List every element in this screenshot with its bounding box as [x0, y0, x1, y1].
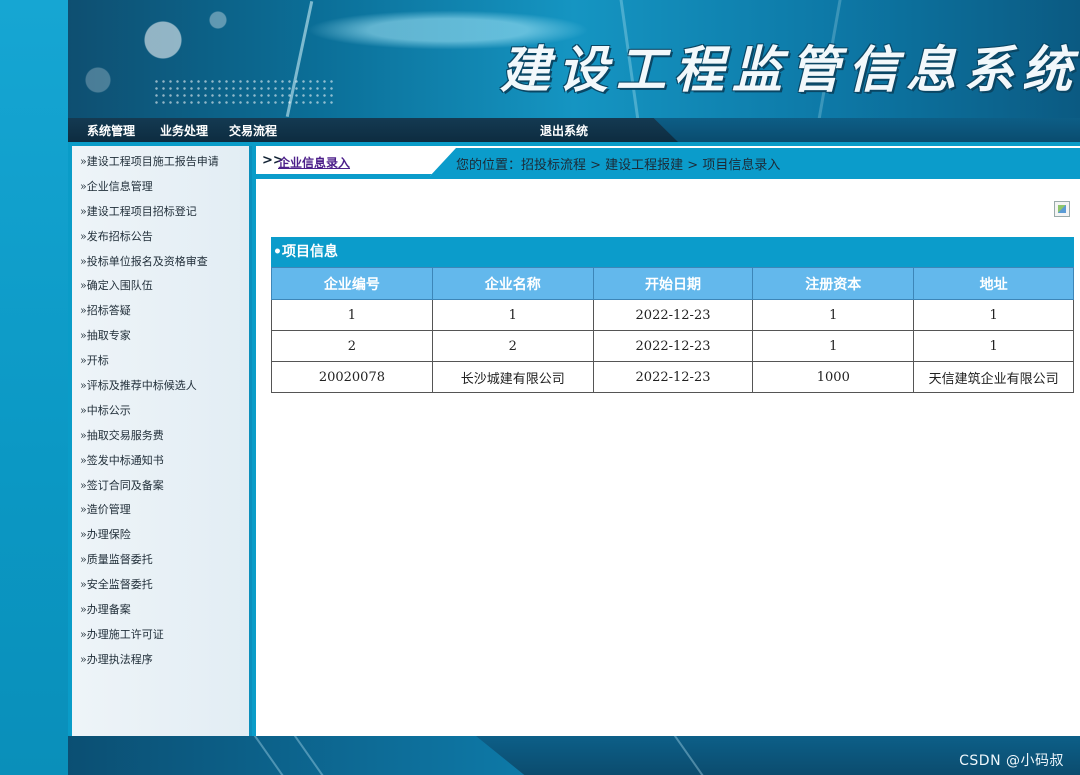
sidebar-item[interactable]: »办理备案 [72, 598, 249, 623]
sidebar-item[interactable]: »质量监督委托 [72, 548, 249, 573]
column-header: 注册资本 [752, 267, 915, 300]
sidebar-item[interactable]: »抽取专家 [72, 324, 249, 349]
sidebar-menu: »建设工程项目施工报告申请 »企业信息管理 »建设工程项目招标登记 »发布招标公… [72, 146, 249, 673]
nav-item-trade-flow[interactable]: 交易流程 [229, 122, 277, 139]
column-header: 开始日期 [592, 267, 754, 300]
sidebar-item[interactable]: »确定入围队伍 [72, 274, 249, 299]
table-cell: 20020078 [271, 361, 433, 393]
table-cell: 1 [752, 299, 915, 331]
header-banner: 建设工程监管信息系统 [68, 0, 1080, 118]
table-cell: 2022-12-23 [592, 299, 754, 331]
table-row: 20020078 长沙城建有限公司 2022-12-23 1000 天信建筑企业… [271, 361, 1074, 393]
sidebar-item[interactable]: »企业信息管理 [72, 175, 249, 200]
sidebar-item[interactable]: »开标 [72, 349, 249, 374]
table-cell: 2 [271, 330, 433, 362]
table-cell: 天信建筑企业有限公司 [913, 361, 1074, 393]
outer-left-strip [0, 0, 68, 775]
banner-dot-pattern [153, 78, 333, 106]
sidebar-item[interactable]: »签发中标通知书 [72, 449, 249, 474]
table-cell: 2 [431, 330, 594, 362]
sidebar: »建设工程项目施工报告申请 »企业信息管理 »建设工程项目招标登记 »发布招标公… [72, 146, 252, 736]
section-title: •项目信息 [271, 237, 1074, 267]
sidebar-item[interactable]: »办理执法程序 [72, 648, 249, 673]
sidebar-item[interactable]: »中标公示 [72, 399, 249, 424]
table-cell: 长沙城建有限公司 [431, 361, 594, 393]
breadcrumb: >> 企业信息录入 您的位置：招投标流程 > 建设工程报建 > 项目信息录入 [256, 148, 1080, 179]
watermark: CSDN @小码叔 [959, 753, 1064, 769]
sidebar-item[interactable]: »办理保险 [72, 523, 249, 548]
top-nav-bar: 系统管理 业务处理 交易流程 退出系统 [68, 118, 1080, 142]
table-cell: 1000 [752, 361, 915, 393]
sidebar-item[interactable]: »发布招标公告 [72, 225, 249, 250]
sidebar-item[interactable]: »安全监督委托 [72, 573, 249, 598]
table-cell: 2022-12-23 [592, 361, 754, 393]
table-cell: 1 [913, 330, 1074, 362]
table-header-row: 企业编号 企业名称 开始日期 注册资本 地址 [271, 267, 1074, 300]
sidebar-item[interactable]: »评标及推荐中标候选人 [72, 374, 249, 399]
sidebar-item[interactable]: »招标答疑 [72, 299, 249, 324]
project-info-table: 企业编号 企业名称 开始日期 注册资本 地址 1 1 2022-12-23 1 … [271, 267, 1074, 393]
table-row: 1 1 2022-12-23 1 1 [271, 299, 1074, 331]
sidebar-item[interactable]: »建设工程项目施工报告申请 [72, 150, 249, 175]
location-path: 您的位置：招投标流程 > 建设工程报建 > 项目信息录入 [456, 158, 781, 173]
table-cell: 1 [431, 299, 594, 331]
sidebar-item[interactable]: »造价管理 [72, 498, 249, 523]
table-cell: 1 [752, 330, 915, 362]
table-cell: 2022-12-23 [592, 330, 754, 362]
nav-item-system-management[interactable]: 系统管理 [87, 122, 135, 139]
tab-enterprise-info-entry[interactable]: >> 企业信息录入 [256, 148, 456, 176]
table-row: 2 2 2022-12-23 1 1 [271, 330, 1074, 362]
table-cell: 1 [271, 299, 433, 331]
table-cell: 1 [913, 299, 1074, 331]
sidebar-item[interactable]: »签订合同及备案 [72, 474, 249, 499]
main-content: >> 企业信息录入 您的位置：招投标流程 > 建设工程报建 > 项目信息录入 •… [256, 146, 1080, 736]
sidebar-item[interactable]: »投标单位报名及资格审查 [72, 250, 249, 275]
column-header: 企业名称 [431, 267, 594, 300]
broken-image-icon [1054, 201, 1070, 217]
app-title: 建设工程监管信息系统 [500, 40, 1080, 99]
column-header: 地址 [913, 267, 1074, 300]
column-header: 企业编号 [271, 267, 433, 300]
nav-item-business[interactable]: 业务处理 [160, 122, 208, 139]
sidebar-item[interactable]: »抽取交易服务费 [72, 424, 249, 449]
footer-bar [68, 736, 1080, 775]
tab-link[interactable]: 企业信息录入 [278, 154, 350, 171]
sidebar-item[interactable]: »建设工程项目招标登记 [72, 200, 249, 225]
sidebar-item[interactable]: »办理施工许可证 [72, 623, 249, 648]
logout-button[interactable]: 退出系统 [540, 122, 588, 139]
